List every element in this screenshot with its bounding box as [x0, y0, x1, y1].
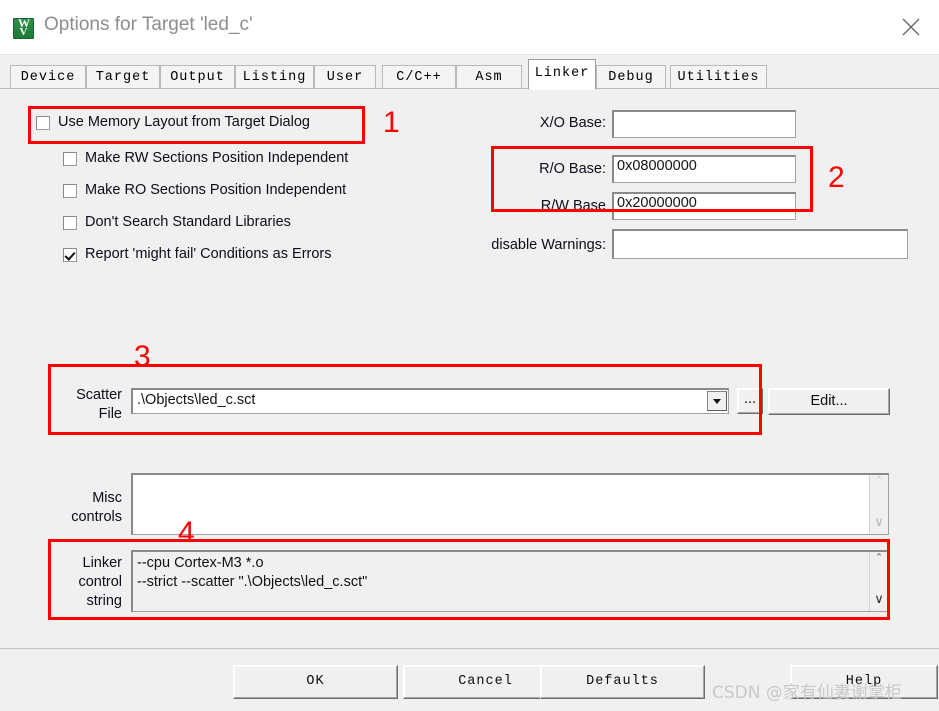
tab-device[interactable]: Device [10, 65, 86, 90]
checkbox-use-memory-layout-from-target-dialog[interactable] [36, 116, 50, 130]
scatter-file-value: .\Objects\led_c.sct [137, 392, 256, 408]
linker-control-string-textarea[interactable]: --cpu Cortex-M3 *.o --strict --scatter "… [131, 550, 889, 612]
disable-warnings-label: disable Warnings: [491, 237, 606, 253]
checkbox-report-might-fail-conditions-as-errors[interactable] [63, 248, 77, 262]
defaults-button[interactable]: Defaults [540, 665, 705, 699]
tab-asm[interactable]: Asm [456, 65, 522, 90]
checkbox-label-don-t-search-standard-libraries: Don't Search Standard Libraries [85, 214, 291, 230]
tab-user[interactable]: User [314, 65, 376, 90]
checkbox-label-make-ro-sections-position-independent: Make RO Sections Position Independent [85, 182, 347, 198]
checkbox-make-ro-sections-position-independent[interactable] [63, 184, 77, 198]
rw-base-label: R/W Base [540, 198, 606, 214]
checkbox-label-use-memory-layout-from-target-dialog: Use Memory Layout from Target Dialog [58, 114, 310, 130]
chevron-down-icon[interactable] [707, 391, 727, 411]
scatter-file-combobox[interactable]: .\Objects\led_c.sct [131, 388, 729, 414]
checkbox-label-make-rw-sections-position-independent: Make RW Sections Position Independent [85, 150, 349, 166]
checkbox-make-rw-sections-position-independent[interactable] [63, 152, 77, 166]
xo-base-label: X/O Base: [539, 115, 606, 131]
scatter-edit-button[interactable]: Edit... [768, 388, 890, 415]
linker-control-string-label: Linker control string [78, 555, 122, 609]
checkbox-label-report-might-fail-conditions-as-errors: Report 'might fail' Conditions as Errors [85, 246, 332, 262]
title-bar: W V Options for Target 'led_c' [0, 0, 939, 55]
chevron-up-icon[interactable]: ＾ [870, 554, 888, 572]
tab-listing[interactable]: Listing [235, 65, 314, 90]
scatter-file-label: Scatter File [76, 387, 122, 422]
chevron-down-icon[interactable]: ∨ [870, 514, 888, 532]
tab-target[interactable]: Target [86, 65, 160, 90]
ok-button[interactable]: OK [233, 665, 398, 699]
xo-base-input[interactable] [612, 110, 796, 138]
keil-uvision-icon: W V [13, 17, 34, 39]
rw-base-input[interactable]: 0x20000000 [612, 192, 796, 220]
chevron-up-icon[interactable]: ＾ [870, 477, 888, 495]
options-dialog: W V Options for Target 'led_c' Device Tar… [0, 0, 939, 711]
scatter-browse-button[interactable]: ... [737, 388, 763, 414]
chevron-down-icon[interactable]: ∨ [870, 591, 888, 609]
tab-output[interactable]: Output [160, 65, 235, 90]
tab-c-c[interactable]: C/C++ [382, 65, 456, 90]
close-icon[interactable] [883, 0, 939, 53]
misc-controls-scrollbar[interactable]: ＾ ∨ [869, 475, 888, 534]
tab-utilities[interactable]: Utilities [670, 65, 767, 90]
linker-control-string-value: --cpu Cortex-M3 *.o --strict --scatter "… [137, 555, 368, 590]
ro-base-label: R/O Base: [539, 161, 606, 177]
window-title: Options for Target 'led_c' [44, 14, 253, 35]
misc-controls-textarea[interactable]: ＾ ∨ [131, 473, 889, 535]
csdn-watermark: CSDN @家有仙妻谢掌柜 [712, 683, 902, 703]
misc-controls-label: Misc controls [71, 490, 122, 525]
checkbox-don-t-search-standard-libraries[interactable] [63, 216, 77, 230]
linker-control-string-scrollbar[interactable]: ＾ ∨ [869, 552, 888, 611]
tab-debug[interactable]: Debug [596, 65, 666, 90]
disable-warnings-input[interactable] [612, 229, 908, 259]
ro-base-input[interactable]: 0x08000000 [612, 155, 796, 183]
tab-strip: Device Target Output Listing User C/C++ Asm Lin… [0, 54, 939, 90]
tab-linker[interactable]: Linker [528, 59, 596, 90]
